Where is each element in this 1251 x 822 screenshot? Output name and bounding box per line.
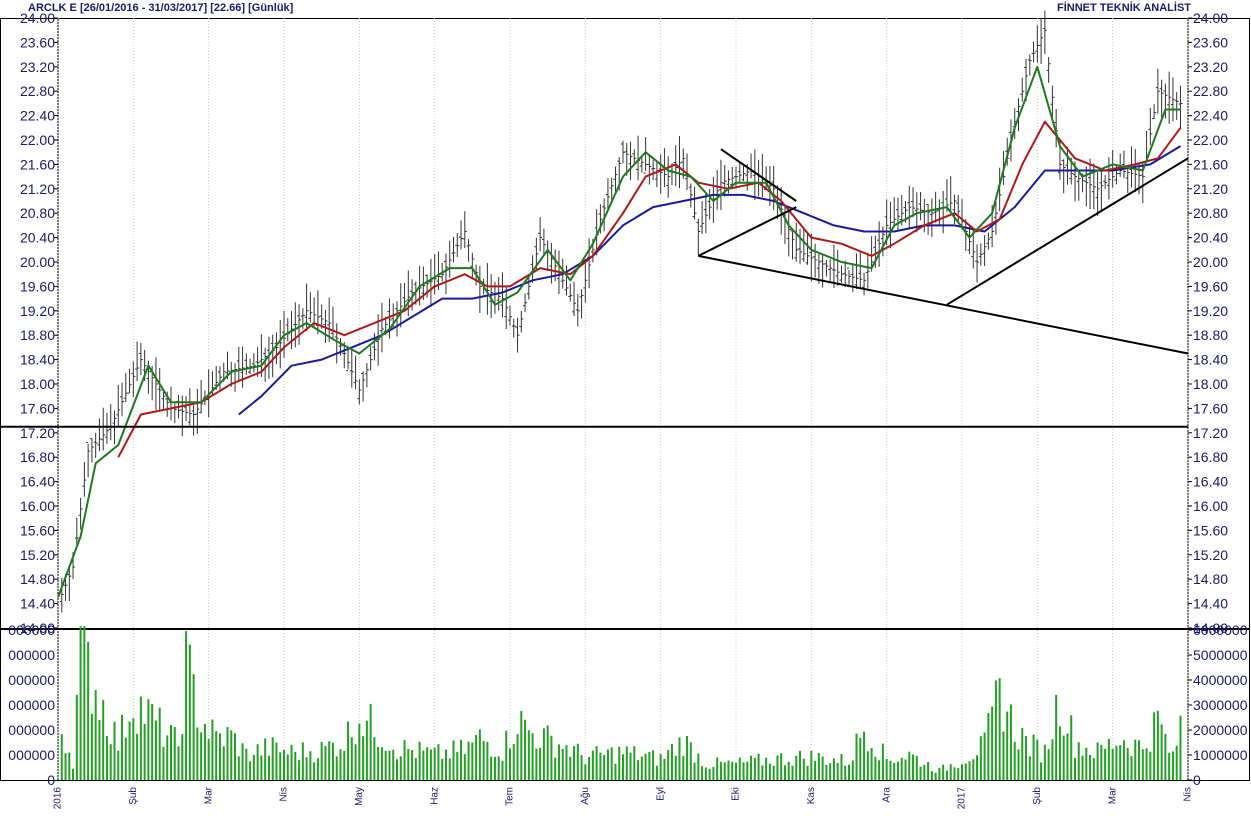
y-tick-label-left: 16.40 xyxy=(20,474,55,490)
ma-short-line xyxy=(57,65,1181,598)
y-tick-label-right: 17.60 xyxy=(1193,400,1228,416)
y-tick-label-right: 20.80 xyxy=(1193,205,1228,221)
volume-tick-label-left: 000000 xyxy=(8,722,55,738)
y-tick-label-left: 19.20 xyxy=(20,303,55,319)
y-tick-label-left: 17.60 xyxy=(20,400,55,416)
x-tick-label: May xyxy=(354,787,365,806)
y-tick-label-right: 22.00 xyxy=(1193,132,1228,148)
x-tick-label: Nis xyxy=(1183,787,1194,801)
y-tick-label-left: 16.80 xyxy=(20,449,55,465)
x-tick-label: Şub xyxy=(128,787,139,805)
y-tick-label-right: 23.20 xyxy=(1193,59,1228,75)
y-tick-label-left: 14.40 xyxy=(20,596,55,612)
y-tick-label-right: 21.20 xyxy=(1193,181,1228,197)
y-tick-label-left: 15.20 xyxy=(20,547,55,563)
x-tick-label: Kas xyxy=(806,787,817,804)
x-tick-label: Eyl xyxy=(655,787,666,801)
y-tick-label-right: 16.80 xyxy=(1193,449,1228,465)
volume-tick-label-right: 4000000 xyxy=(1193,672,1248,688)
y-tick-label-right: 15.20 xyxy=(1193,547,1228,563)
y-tick-label-left: 22.40 xyxy=(20,108,55,124)
y-tick-label-right: 19.20 xyxy=(1193,303,1228,319)
volume-tick-label-left: 000000 xyxy=(8,697,55,713)
y-tick-label-left: 22.80 xyxy=(20,83,55,99)
volume-tick-label-right: 3000000 xyxy=(1193,697,1248,713)
volume-tick-label-right: 5000000 xyxy=(1193,647,1248,663)
y-tick-label-left: 20.00 xyxy=(20,254,55,270)
y-tick-label-right: 18.80 xyxy=(1193,327,1228,343)
stock-chart: 2016 Şub Mar Nis May Haz Tem Ağu Eyl Eki Kas Ara 201… xyxy=(0,10,1250,810)
y-tick-label-right: 15.60 xyxy=(1193,522,1228,538)
x-tick-label: Nis xyxy=(279,787,290,801)
y-tick-label-right: 20.40 xyxy=(1193,230,1228,246)
volume-tick-label-right: 0 xyxy=(1193,772,1201,788)
y-tick-label-left: 16.00 xyxy=(20,498,55,514)
volume-tick-label-left: 000000 xyxy=(8,672,55,688)
y-tick-label-right: 16.00 xyxy=(1193,498,1228,514)
x-tick-label: 2016 xyxy=(53,787,64,810)
y-tick-label-right: 16.40 xyxy=(1193,474,1228,490)
x-tick-label: Eki xyxy=(731,787,742,801)
price-panel-frame xyxy=(0,18,1250,629)
x-tick-label: 2017 xyxy=(957,787,968,810)
y-tick-label-right: 19.60 xyxy=(1193,278,1228,294)
y-tick-label-right: 18.00 xyxy=(1193,376,1228,392)
volume-tick-label-right: 1000000 xyxy=(1193,747,1248,763)
x-tick-label: Haz xyxy=(429,787,440,805)
x-tick-label: Mar xyxy=(1107,786,1118,804)
volume-tick-label-left: 000000 xyxy=(8,647,55,663)
trend-line xyxy=(698,254,1189,355)
y-tick-label-left: 19.60 xyxy=(20,278,55,294)
y-tick-label-left: 20.80 xyxy=(20,205,55,221)
y-tick-label-right: 22.40 xyxy=(1193,108,1228,124)
y-tick-label-left: 22.00 xyxy=(20,132,55,148)
x-tick-label: Mar xyxy=(203,786,214,804)
x-tick-label: Şub xyxy=(1032,787,1043,805)
volume-tick-label-right: 6000000 xyxy=(1193,622,1248,638)
y-tick-label-left: 15.60 xyxy=(20,522,55,538)
y-tick-label-right: 20.00 xyxy=(1193,254,1228,270)
y-tick-label-right: 22.80 xyxy=(1193,83,1228,99)
y-tick-label-left: 23.60 xyxy=(20,34,55,50)
y-tick-label-right: 18.40 xyxy=(1193,352,1228,368)
volume-tick-label-left: 000000 xyxy=(8,622,55,638)
volume-tick-label-right: 2000000 xyxy=(1193,722,1248,738)
y-tick-label-right: 24.00 xyxy=(1193,10,1228,26)
y-tick-label-left: 18.80 xyxy=(20,327,55,343)
y-tick-label-left: 21.60 xyxy=(20,156,55,172)
y-tick-label-left: 18.40 xyxy=(20,352,55,368)
y-tick-label-right: 17.20 xyxy=(1193,425,1228,441)
volume-panel-frame xyxy=(0,629,1250,781)
y-tick-label-left: 21.20 xyxy=(20,181,55,197)
y-tick-label-left: 20.40 xyxy=(20,230,55,246)
volume-tick-label-left: 0 xyxy=(47,772,55,788)
y-tick-label-left: 18.00 xyxy=(20,376,55,392)
y-tick-label-right: 23.60 xyxy=(1193,34,1228,50)
y-tick-label-right: 14.40 xyxy=(1193,596,1228,612)
ma-long-line xyxy=(238,145,1182,416)
y-tick-label-right: 14.80 xyxy=(1193,571,1228,587)
y-tick-label-left: 14.80 xyxy=(20,571,55,587)
y-tick-label-right: 21.60 xyxy=(1193,156,1228,172)
x-tick-label: Ara xyxy=(881,787,892,803)
volume-tick-label-left: 000000 xyxy=(8,747,55,763)
x-tick-label: Ağu xyxy=(580,787,591,805)
x-tick-label: Tem xyxy=(505,787,516,806)
y-tick-label-left: 23.20 xyxy=(20,59,55,75)
y-tick-label-left: 24.00 xyxy=(20,10,55,26)
